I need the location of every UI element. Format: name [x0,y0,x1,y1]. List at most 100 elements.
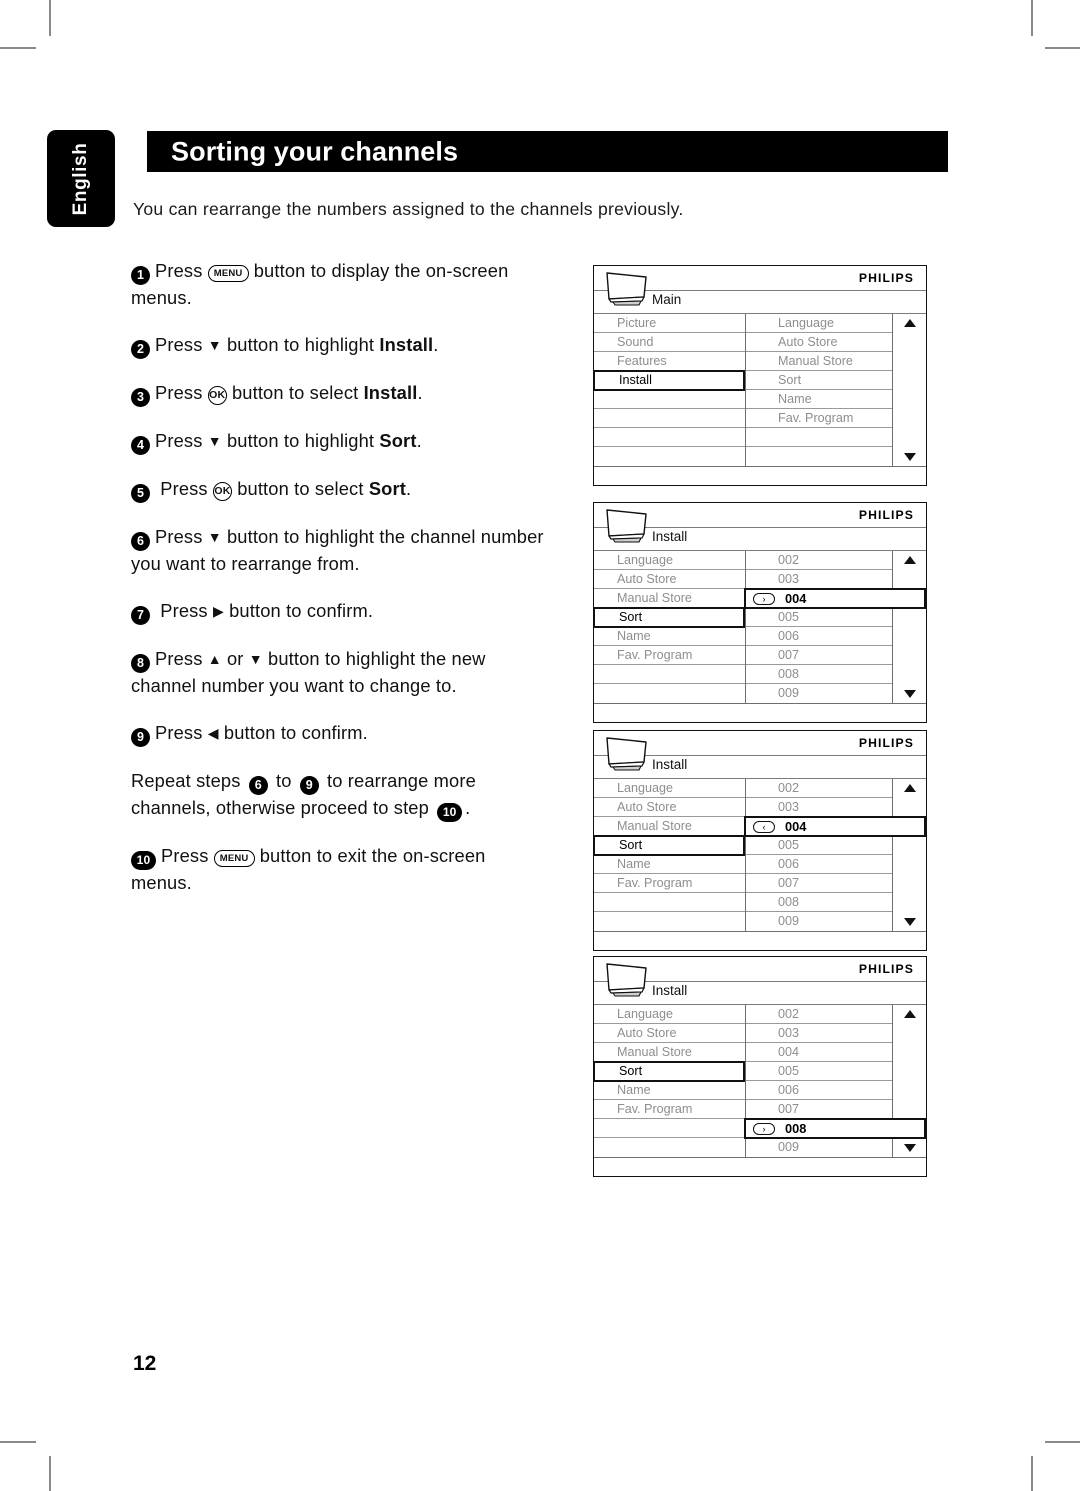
tv-menu-item[interactable] [594,428,745,447]
tv-menu-channel-row[interactable]: Name [746,390,892,409]
tv-menu-item-highlighted[interactable]: Install [593,370,745,391]
tv-menu-item[interactable]: SortSort [593,1061,745,1082]
tv-menu-channel-row[interactable]: 005 [746,608,892,627]
tv-menu-item[interactable]: Sound [594,333,745,352]
tv-menu-title: Install [652,757,692,772]
scroll-down-arrow-icon[interactable] [903,453,916,461]
tv-menu-item[interactable] [594,1119,745,1138]
tv-menu-item[interactable]: Language [594,1005,745,1024]
tv-menu-item-highlighted[interactable]: Sort [593,1061,745,1082]
tv-menu-item[interactable]: Picture [594,314,745,333]
tv-menu-item-highlighted[interactable]: Sort [593,835,745,856]
tv-menu-channel-row[interactable]: 005 [746,1062,892,1081]
tv-menu-item[interactable] [594,912,745,931]
tv-menu-channel-row[interactable]: 007 [746,874,892,893]
tv-menu-item[interactable]: Language [594,551,745,570]
tv-menu-channel-row[interactable]: 008 [746,893,892,912]
scroll-up-arrow-icon[interactable] [903,556,916,564]
tv-menu-item[interactable] [594,390,745,409]
tv-menu-channel-row[interactable]: 002 [746,779,892,798]
tv-menu-channel-row[interactable]: 007 [746,1100,892,1119]
tv-menu-item[interactable]: SortSort [593,607,745,628]
tv-menu-channel-row[interactable]: 004‹ 004 [744,816,926,837]
tv-menu-channel-row[interactable]: 003 [746,570,892,589]
right-arrow-icon: ▶ [212,603,224,619]
tv-menu-item[interactable]: Manual Store [594,1043,745,1062]
tv-menu-channel-highlighted[interactable]: ‹ 004 [744,816,926,837]
tv-menu-channel-row[interactable]: 006 [746,855,892,874]
tv-menu-item[interactable] [594,684,745,703]
tv-menu-item[interactable] [594,665,745,684]
scroll-up-arrow-icon[interactable] [903,319,916,327]
tv-menu-channel-row[interactable]: 003 [746,1024,892,1043]
tv-menu-scrollbar[interactable] [892,551,926,703]
tv-menu-channel-row[interactable]: 002 [746,551,892,570]
tv-menu-channel-row[interactable] [746,447,892,466]
tv-menu-item[interactable]: SortSort [593,835,745,856]
down-arrow-icon: ▼ [248,651,263,667]
language-tab: English [47,130,115,227]
step-7-text-after: button to confirm. [229,600,374,621]
tv-menu-channel-row[interactable]: 004 [746,1043,892,1062]
philips-logo: PHILIPS [858,962,914,976]
tv-menu-item[interactable]: Name [594,627,745,646]
tv-menu-channel-row[interactable]: 007 [746,646,892,665]
tv-menu-channel-row[interactable] [746,428,892,447]
tv-menu-channel-row[interactable]: Auto Store [746,333,892,352]
tv-menu-item-highlighted[interactable]: Sort [593,607,745,628]
tv-menu-item[interactable]: Name [594,855,745,874]
tv-menu-channel-row[interactable]: 009 [746,684,892,703]
tv-menu-item[interactable]: Fav. Program [594,874,745,893]
tv-menu-channel-row[interactable]: Language [746,314,892,333]
tv-menu-channel-row[interactable]: 005 [746,836,892,855]
tv-menu-item[interactable]: Language [594,779,745,798]
crop-mark-top-right-vertical [1031,0,1033,36]
tv-menu-item[interactable]: Auto Store [594,1024,745,1043]
tv-menu-channel-row[interactable]: 009 [746,1138,892,1157]
step-5-emphasis: Sort [368,478,406,499]
scroll-down-arrow-icon[interactable] [903,918,916,926]
tv-set-icon [603,270,650,309]
tv-menu-item[interactable] [594,447,745,466]
scroll-up-arrow-icon[interactable] [903,784,916,792]
tv-menu-channel-highlighted[interactable]: › 008 [744,1118,926,1139]
steps-list: 1 Press MENU button to display the on-scr… [131,258,551,917]
tv-menu-channel-row[interactable]: 006 [746,627,892,646]
repeat-note-lead: Repeat steps [131,770,241,791]
step-3-text-after: button to select [231,382,359,403]
tv-menu-channel-row[interactable]: Manual Store [746,352,892,371]
tv-menu-item[interactable]: Fav. Program [594,646,745,665]
tv-menu-item[interactable]: Auto Store [594,798,745,817]
tv-menu-channel-row[interactable]: Fav. Program [746,409,892,428]
tv-menu-channel-row[interactable]: 009 [746,912,892,931]
tv-menu-header: PHILIPS Install [594,731,926,779]
tv-menu-channel-highlighted[interactable]: › 004 [744,588,926,609]
scroll-up-arrow-icon[interactable] [903,1010,916,1018]
tv-menu-scrollbar[interactable] [892,314,926,466]
step-6-text-before: Press [155,526,203,547]
tv-menu-channel-row[interactable]: 008 [746,665,892,684]
scroll-down-arrow-icon[interactable] [903,690,916,698]
tv-menu-item[interactable]: Features [594,352,745,371]
tv-menu-item[interactable]: Name [594,1081,745,1100]
tv-menu-item[interactable]: Auto Store [594,570,745,589]
tv-menu-item[interactable]: Fav. Program [594,1100,745,1119]
tv-menu-channel-row[interactable]: 008› 008 [744,1118,926,1139]
tv-menu-item[interactable]: Manual Store [594,589,745,608]
tv-menu-item[interactable] [594,893,745,912]
tv-menu-item[interactable] [594,1138,745,1157]
step-5-text-before: Press [160,478,208,499]
repeat-note-joiner: to [276,770,292,791]
tv-menu-channel-row[interactable]: 006 [746,1081,892,1100]
tv-menu-title: Install [652,529,692,544]
tv-menu-channel-row[interactable]: Sort [746,371,892,390]
tv-menu-item[interactable]: InstallInstall [593,370,745,391]
tv-menu-scrollbar[interactable] [892,779,926,931]
tv-menu-channel-row[interactable]: 002 [746,1005,892,1024]
tv-menu-channel-row[interactable]: 004› 004 [744,588,926,609]
tv-menu-item[interactable]: Manual Store [594,817,745,836]
tv-menu-channel-row[interactable]: 003 [746,798,892,817]
tv-menu-item[interactable] [594,409,745,428]
scroll-down-arrow-icon[interactable] [903,1144,916,1152]
tv-menu-screenshot-sort-confirm: PHILIPS Install Language Auto Store Manual S… [593,730,927,951]
